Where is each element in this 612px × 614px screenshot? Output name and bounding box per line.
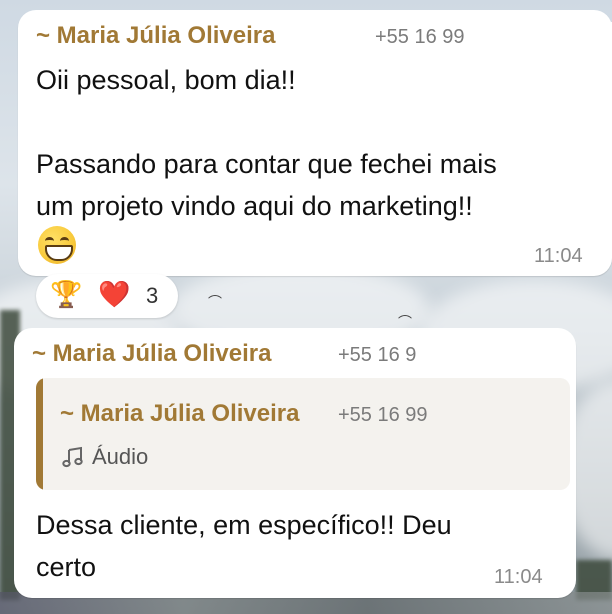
quote-accent-bar: [36, 378, 43, 490]
message-text: Dessa cliente, em específico!! Deu certo: [36, 510, 452, 582]
sender-phone: +55 16 9: [338, 344, 417, 366]
message-bubble[interactable]: ~ Maria Júlia Oliveira +55 16 99 Oii pes…: [18, 10, 612, 276]
message-text: Oii pessoal, bom dia!! Passando para con…: [36, 65, 497, 221]
message-bubble[interactable]: ~ Maria Júlia Oliveira +55 16 9 ~ Maria …: [14, 328, 576, 598]
redaction-overlay: [444, 398, 554, 428]
heart-icon: ❤️: [98, 280, 131, 310]
message-timestamp: 11:04: [534, 245, 583, 267]
quoted-audio-label: Áudio: [92, 444, 149, 469]
quoted-message[interactable]: ~ Maria Júlia Oliveira +55 16 99 Áudio: [36, 378, 570, 490]
sender-name[interactable]: ~ Maria Júlia Oliveira: [32, 340, 271, 368]
music-note-icon: [62, 446, 83, 468]
grinning-face-emoji-icon: [38, 226, 76, 264]
reaction-count: 3: [146, 283, 159, 308]
redaction-overlay: [478, 22, 612, 52]
redaction-overlay: [448, 340, 572, 370]
sender-phone: +55 16 99: [375, 26, 465, 48]
quoted-sender-phone: +55 16 99: [338, 404, 428, 426]
trophy-icon: 🏆: [50, 280, 83, 310]
quoted-sender-name: ~ Maria Júlia Oliveira: [60, 400, 300, 427]
sender-name[interactable]: ~ Maria Júlia Oliveira: [36, 22, 275, 50]
reactions-pill[interactable]: 🏆 ❤️ 3: [36, 274, 178, 318]
message-timestamp: 11:04: [494, 566, 543, 588]
